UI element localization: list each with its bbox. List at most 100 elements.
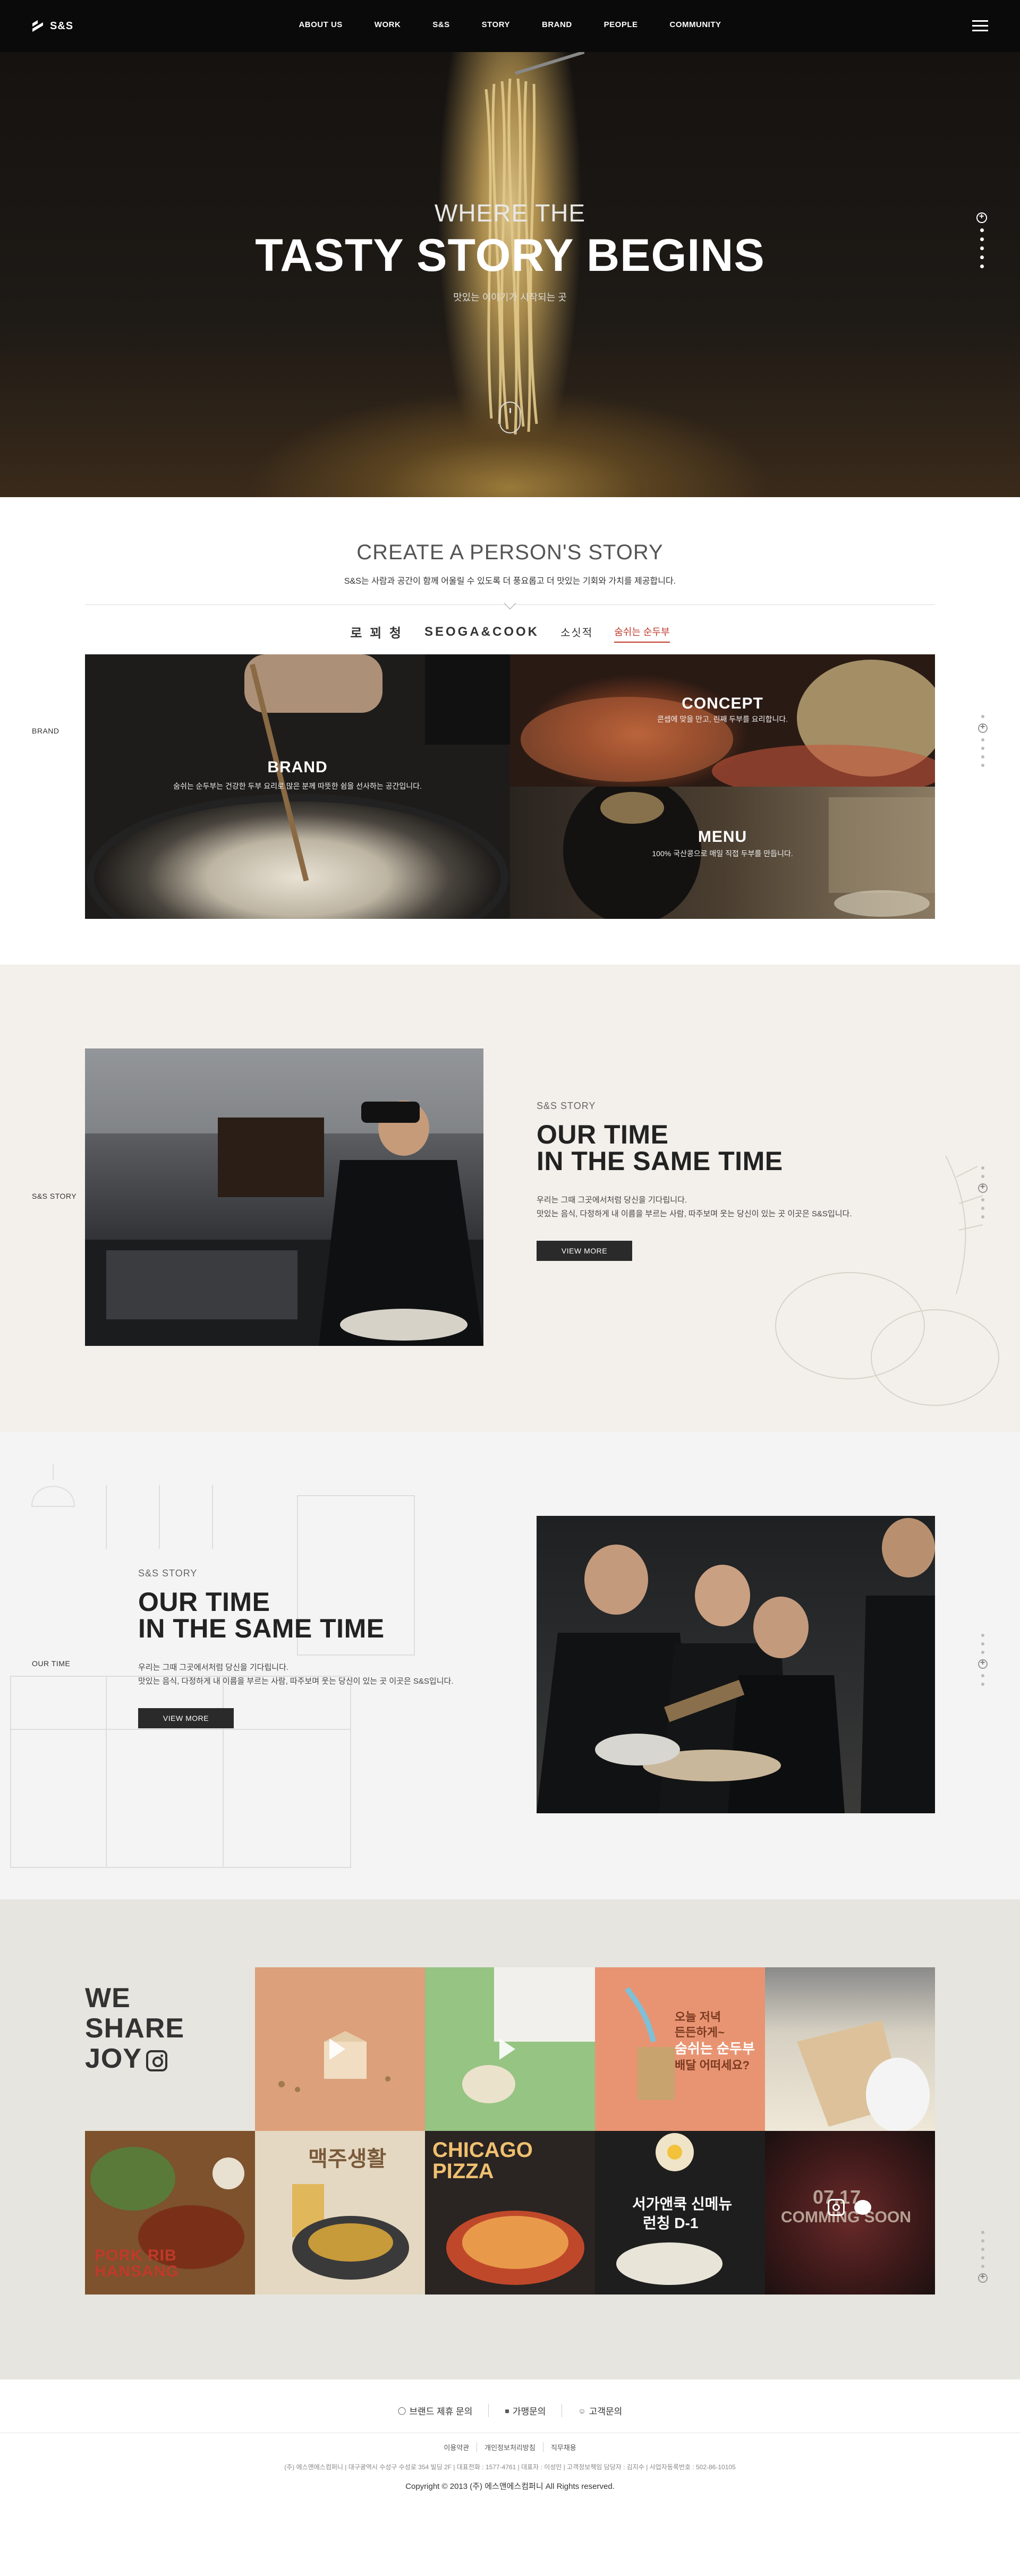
footer-careers-link[interactable]: 직무채용 [543, 2442, 584, 2452]
post-caption: COMMING SOON [781, 2208, 911, 2226]
copyright: Copyright © 2013 (주) 에스앤에스컴퍼니 All Rights… [405, 2482, 615, 2491]
story-text-line: 맛있는 음식, 다정하게 내 이름을 부르는 사람, 따주보며 웃는 당신이 있… [537, 1209, 852, 1218]
pagination-dot[interactable] [981, 1651, 984, 1654]
post-caption: PORK RIB HANSANG [95, 2248, 179, 2280]
tab-soondubu[interactable]: 숨쉬는 순두부 [614, 625, 670, 643]
side-label-brand: BRAND [32, 727, 60, 735]
instagram-post[interactable]: 07.17 COMMING SOON [765, 2131, 935, 2294]
store-icon: ■ [505, 2406, 509, 2415]
pagination-dot[interactable] [981, 1175, 984, 1178]
brand-section: CREATE A PERSON'S STORY S&S는 사람과 공간이 함께 … [0, 497, 1020, 965]
post-caption-line: 든든하게~ [675, 2025, 725, 2039]
pagination-dot[interactable] [980, 237, 984, 241]
instagram-post[interactable]: 서가앤쿡 신메뉴 런칭 D-1 [595, 2131, 765, 2294]
nav-item-about-us[interactable]: ABOUT US [283, 20, 358, 29]
instagram-post[interactable] [765, 1967, 935, 2131]
tab-rokkcheong[interactable]: 로 꾀 청 [350, 622, 403, 644]
instagram-post[interactable] [255, 1967, 425, 2131]
view-more-button[interactable]: VIEW MORE [537, 1241, 632, 1261]
nav-item-story[interactable]: STORY [466, 20, 526, 29]
tab-sosijeok[interactable]: 소싯적 [560, 624, 593, 643]
footer-link-customer[interactable]: ☺ 고객문의 [562, 2404, 638, 2417]
tab-seoga-cook[interactable]: SEOGA&COOK [424, 625, 539, 643]
pagination-dot[interactable] [981, 1198, 984, 1201]
instagram-post[interactable]: CHICAGO PIZZA [425, 2131, 595, 2294]
brand-tabs: 로 꾀 청 SEOGA&COOK 소싯적 숨쉬는 순두부 [0, 622, 1020, 644]
post-caption-line: PORK RIB [95, 2247, 177, 2264]
mouse-scroll-icon[interactable] [499, 402, 521, 433]
pagination-dot-active[interactable] [978, 2272, 988, 2283]
tile-description: 콘셉에 맞을 만고, 린째 두부를 요리합니다. [657, 715, 788, 723]
nav-item-brand[interactable]: BRAND [526, 20, 588, 29]
view-more-button[interactable]: VIEW MORE [138, 1708, 234, 1728]
play-icon[interactable] [499, 2038, 515, 2060]
comment-icon[interactable] [854, 2200, 871, 2215]
pagination-dot[interactable] [981, 2231, 984, 2234]
pagination-dot-active[interactable] [976, 212, 987, 223]
pagination-dot[interactable] [981, 2265, 984, 2268]
footer-terms-link[interactable]: 이용약관 [436, 2442, 478, 2452]
pagination-dot[interactable] [981, 2256, 984, 2259]
pagination-dot[interactable] [981, 755, 984, 758]
pagination-dot[interactable] [981, 1215, 984, 1218]
chevron-down-icon [504, 597, 516, 610]
pagination-dot[interactable] [980, 246, 984, 250]
pagination-dot[interactable] [981, 764, 984, 767]
pagination-dot[interactable] [981, 1683, 984, 1686]
brand-tile[interactable]: BRAND 숨쉬는 순두부는 건강한 두부 요리로 많은 분께 따뜻한 쉼을 선… [85, 654, 510, 919]
footer-privacy-link[interactable]: 개인정보처리방침 [477, 2442, 543, 2452]
pagination-dot[interactable] [980, 228, 984, 232]
side-label-our-time: OUR TIME [32, 1659, 71, 1668]
nav-item-work[interactable]: WORK [359, 20, 417, 29]
story-eyebrow: S&S STORY [537, 1101, 596, 1111]
instagram-icon[interactable] [828, 2199, 845, 2216]
pagination-dot[interactable] [981, 715, 984, 718]
footer-link-franchise[interactable]: ■ 가맹문의 [489, 2404, 563, 2417]
company-info: (주) 에스앤에스컴퍼니 | 대구광역시 수성구 수성로 354 빌딩 2F |… [284, 2463, 736, 2471]
pagination-dot[interactable] [981, 1166, 984, 1170]
pagination-dot[interactable] [981, 1674, 984, 1677]
instagram-post[interactable]: PORK RIB HANSANG [85, 2131, 255, 2294]
pagination-dot[interactable] [981, 747, 984, 750]
story-text-block: S&S STORY OUR TIME IN THE SAME TIME 우리는 … [138, 1568, 510, 1728]
nav-item-community[interactable]: COMMUNITY [654, 20, 737, 29]
site-header: S&S ABOUT US WORK S&S STORY BRAND PEOPLE… [0, 0, 1020, 52]
pagination-dot[interactable] [981, 2248, 984, 2251]
pagination-dot[interactable] [980, 265, 984, 268]
pagination-dot[interactable] [980, 255, 984, 259]
play-icon[interactable] [329, 2038, 345, 2060]
footer-link-brand-partnership[interactable]: ◯ 브랜드 제휴 문의 [382, 2404, 489, 2417]
hero-subtitle: WHERE THE [434, 199, 586, 227]
tile-title: CONCEPT [682, 695, 763, 712]
pagination-dot-active[interactable] [978, 1182, 988, 1193]
instagram-post[interactable]: 맥주생활 [255, 2131, 425, 2294]
chef-photo [85, 1048, 483, 1346]
brand-grid: BRAND 숨쉬는 순두부는 건강한 두부 요리로 많은 분께 따뜻한 쉼을 선… [85, 654, 935, 919]
footer-contact-links: ◯ 브랜드 제휴 문의 ■ 가맹문의 ☺ 고객문의 [0, 2404, 1020, 2417]
instagram-post[interactable]: 오늘 저녁 든든하게~ 숨쉬는 순두부 배달 어떠세요? [595, 1967, 765, 2131]
story-title-line: IN THE SAME TIME [138, 1614, 385, 1643]
tile-title: MENU [698, 828, 747, 846]
brand-pagination [978, 715, 988, 767]
pagination-dot[interactable] [981, 2239, 984, 2242]
instagram-post[interactable] [425, 1967, 595, 2131]
pagination-dot-active[interactable] [978, 1658, 988, 1669]
main-nav: ABOUT US WORK S&S STORY BRAND PEOPLE COM… [0, 20, 1020, 29]
nav-item-people[interactable]: PEOPLE [588, 20, 654, 29]
footer-link-label: 브랜드 제휴 문의 [409, 2407, 473, 2417]
chat-bubble-icon: ◯ [397, 2406, 406, 2415]
menu-tile[interactable]: MENU 100% 국산콩으로 매일 직접 두부를 만듭니다. [510, 787, 935, 919]
post-caption: 맥주생활 [308, 2147, 387, 2171]
concept-tile[interactable]: CONCEPT 콘셉에 맞을 만고, 린째 두부를 요리합니다. [510, 654, 935, 787]
post-caption-line: CHICAGO [432, 2138, 533, 2162]
hamburger-icon[interactable] [972, 20, 988, 32]
post-image [797, 2020, 930, 2131]
section-title: CREATE A PERSON'S STORY [356, 541, 664, 564]
nav-item-sns[interactable]: S&S [416, 20, 465, 29]
pagination-dot[interactable] [981, 1642, 984, 1645]
pagination-dot-active[interactable] [978, 722, 988, 733]
pagination-dot[interactable] [981, 1634, 984, 1637]
pagination-dot[interactable] [981, 1207, 984, 1210]
pagination-dot[interactable] [981, 738, 984, 741]
person-icon: ☺ [578, 2406, 586, 2415]
